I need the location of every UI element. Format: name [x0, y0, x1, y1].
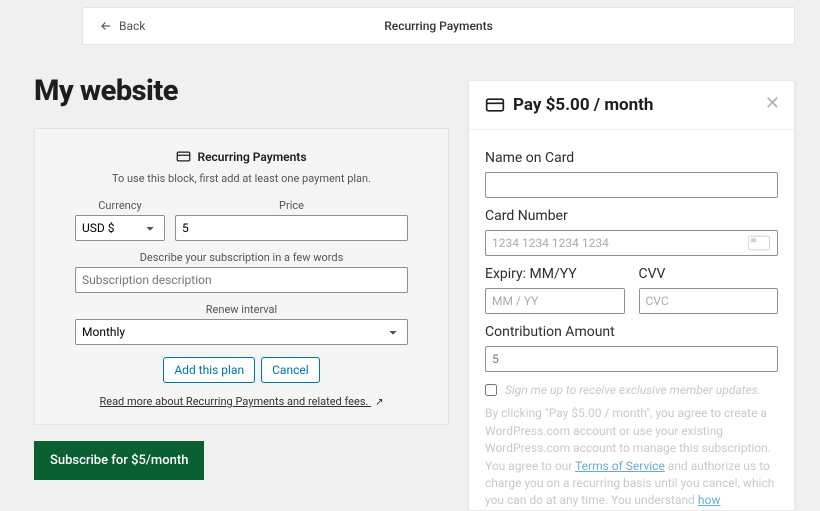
editor-panel: My website Recurring Payments To use thi…	[34, 74, 449, 480]
subscribe-button[interactable]: Subscribe for $5/month	[34, 441, 204, 480]
close-icon[interactable]: ✕	[765, 95, 780, 113]
cvv-label: CVV	[639, 266, 779, 282]
credit-card-icon	[176, 149, 191, 164]
back-button[interactable]: Back	[83, 19, 145, 33]
block-heading: Recurring Payments	[55, 149, 428, 164]
back-label: Back	[119, 19, 145, 33]
recurring-payments-block: Recurring Payments To use this block, fi…	[34, 128, 449, 425]
payment-header: Pay $5.00 / month ✕	[469, 81, 794, 130]
payment-panel: Pay $5.00 / month ✕ Name on Card Card Nu…	[468, 80, 795, 511]
optin-text: Sign me up to receive exclusive member u…	[505, 382, 761, 399]
card-number-input[interactable]	[485, 230, 778, 256]
expiry-input[interactable]	[485, 288, 625, 314]
expiry-label: Expiry: MM/YY	[485, 266, 625, 282]
contribution-amount-label: Contribution Amount	[485, 324, 778, 340]
interval-select[interactable]: Monthly	[75, 319, 408, 345]
terms-of-service-link[interactable]: Terms of Service	[575, 459, 665, 473]
external-link-icon: ↗	[375, 397, 383, 408]
payment-title: Pay $5.00 / month	[513, 95, 653, 115]
name-on-card-input[interactable]	[485, 172, 778, 198]
site-title: My website	[34, 74, 449, 108]
price-input[interactable]	[175, 215, 408, 241]
card-brand-icon	[748, 235, 770, 251]
cancel-button[interactable]: Cancel	[261, 357, 320, 383]
how-link[interactable]: how	[698, 493, 720, 507]
add-plan-button[interactable]: Add this plan	[163, 357, 255, 383]
contribution-amount-input[interactable]	[485, 346, 778, 372]
card-number-label: Card Number	[485, 208, 778, 224]
currency-label: Currency	[75, 199, 165, 212]
description-label: Describe your subscription in a few word…	[75, 251, 408, 264]
optin-checkbox[interactable]	[485, 384, 497, 396]
cvv-input[interactable]	[639, 288, 779, 314]
name-on-card-label: Name on Card	[485, 150, 778, 166]
description-input[interactable]	[75, 267, 408, 293]
topbar-title: Recurring Payments	[83, 19, 794, 33]
back-arrow-icon	[99, 19, 113, 33]
block-subheading: To use this block, first add at least on…	[55, 172, 428, 185]
read-more-link[interactable]: Read more about Recurring Payments and r…	[99, 395, 371, 408]
price-label: Price	[175, 199, 408, 212]
fine-print: Sign me up to receive exclusive member u…	[469, 372, 794, 510]
currency-select[interactable]: USD $	[75, 215, 165, 241]
credit-card-icon	[485, 95, 505, 115]
interval-label: Renew interval	[75, 303, 408, 316]
block-heading-text: Recurring Payments	[197, 150, 306, 164]
top-bar: Back Recurring Payments	[82, 7, 795, 45]
